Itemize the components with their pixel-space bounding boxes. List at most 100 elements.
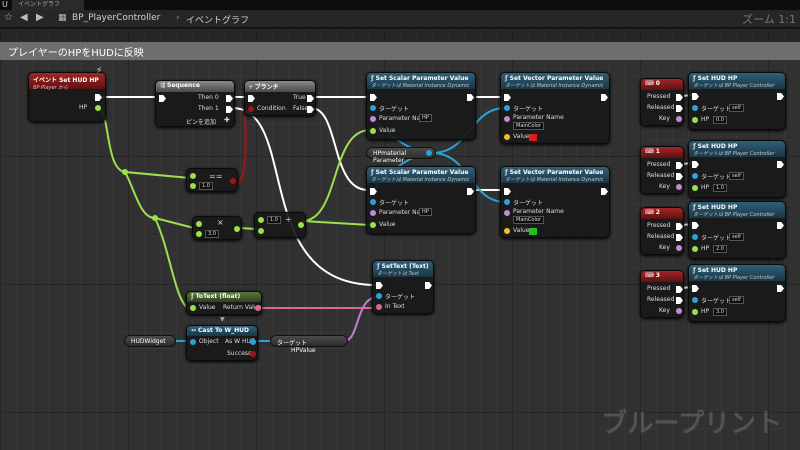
totext-expand-icon[interactable]: ▼: [220, 316, 225, 323]
multiply-out-pin[interactable]: [234, 226, 240, 232]
then1-pin[interactable]: [226, 106, 233, 113]
key-event-0-node[interactable]: ⌨ 0 Pressed Released Key: [640, 78, 684, 126]
set-hud-hp-exec-in-pin[interactable]: [692, 93, 699, 100]
then0-pin[interactable]: [226, 95, 233, 102]
divide-in-a-pin[interactable]: [258, 217, 264, 223]
scalar1-exec-out-pin[interactable]: [467, 94, 474, 101]
pressed-pin[interactable]: [676, 223, 683, 230]
scalar1-value-pin[interactable]: [370, 128, 376, 134]
pressed-pin[interactable]: [676, 286, 683, 293]
set-hud-hp-self-field[interactable]: self: [729, 296, 744, 304]
scalar2-exec-out-pin[interactable]: [467, 188, 474, 195]
set-hud-hp-target-pin[interactable]: [692, 297, 698, 303]
set-hud-hp-exec-out-pin[interactable]: [777, 222, 784, 229]
branch-node[interactable]: ⑂ ブランチ Condition True False: [244, 80, 316, 116]
set-hud-hp-hp-pin[interactable]: [692, 117, 698, 123]
cast-as-pin[interactable]: [250, 339, 256, 345]
true-pin[interactable]: [307, 95, 314, 102]
settext-target-pin[interactable]: [376, 293, 382, 299]
multiply-in-a-pin[interactable]: [196, 221, 202, 227]
vector2-param-name-pin[interactable]: [504, 210, 510, 216]
compare-node[interactable]: == 1.0: [186, 168, 238, 192]
branch-exec-in-pin[interactable]: [248, 95, 255, 102]
set-hud-hp-call-1-node[interactable]: ƒ Set HUD HP ターゲットは BP Player Controller …: [688, 140, 786, 198]
divide-value-field[interactable]: 1.0: [267, 216, 281, 224]
divide-out-pin[interactable]: [298, 222, 304, 228]
to-text-float-node[interactable]: ƒ ToText (float) Value Return Value: [186, 291, 262, 315]
vector1-value-pin[interactable]: [504, 134, 510, 140]
set-hud-hp-target-pin[interactable]: [692, 234, 698, 240]
scalar2-param-name-field[interactable]: HP: [419, 208, 432, 216]
vector1-color-swatch[interactable]: [529, 134, 537, 141]
key-event-3-node[interactable]: ⌨ 3 Pressed Released Key: [640, 270, 684, 318]
settext-exec-in-pin[interactable]: [376, 282, 383, 289]
key-out-pin[interactable]: [676, 308, 682, 314]
sequence-node[interactable]: ⇶ Sequence Then 0 Then 1 ピンを追加 ✚: [155, 80, 235, 127]
vector2-value-pin[interactable]: [504, 228, 510, 234]
vector2-exec-in-pin[interactable]: [504, 188, 511, 195]
set-hud-hp-exec-out-pin[interactable]: [777, 161, 784, 168]
multiply-value-field[interactable]: 3.0: [205, 230, 219, 238]
set-hud-hp-exec-in-pin[interactable]: [692, 161, 699, 168]
hp-material-out-pin[interactable]: [426, 150, 432, 156]
set-vector-param-node-1[interactable]: ƒ Set Vector Parameter Value ターゲットは Mater…: [500, 72, 610, 144]
set-hud-hp-self-field[interactable]: self: [729, 172, 744, 180]
released-pin[interactable]: [676, 105, 683, 112]
add-pin-icon[interactable]: ✚: [224, 116, 230, 124]
compare-in-b-pin[interactable]: [190, 183, 196, 189]
condition-pin[interactable]: [248, 106, 254, 112]
set-hud-hp-self-field[interactable]: self: [729, 233, 744, 241]
compare-out-pin[interactable]: [230, 178, 236, 184]
vector1-param-name-field[interactable]: MainColor: [513, 122, 544, 130]
set-hud-hp-value-field[interactable]: 2.0: [713, 245, 727, 253]
set-text-node[interactable]: ƒ SetText (Text) ターゲットは Text ターゲット In Tex…: [372, 260, 434, 314]
settext-in-text-pin[interactable]: [376, 304, 382, 310]
set-hud-hp-value-field[interactable]: 0.0: [713, 116, 727, 124]
cast-success-pin[interactable]: [250, 351, 256, 357]
compare-in-a-pin[interactable]: [190, 173, 196, 179]
set-vector-param-node-2[interactable]: ƒ Set Vector Parameter Value ターゲットは Mater…: [500, 166, 610, 238]
released-pin[interactable]: [676, 234, 683, 241]
vector2-color-swatch[interactable]: [529, 228, 537, 235]
scalar2-exec-in-pin[interactable]: [370, 188, 377, 195]
pressed-pin[interactable]: [676, 162, 683, 169]
set-hud-hp-exec-out-pin[interactable]: [777, 93, 784, 100]
scalar1-param-name-field[interactable]: HP: [419, 114, 432, 122]
set-hud-hp-hp-pin[interactable]: [692, 309, 698, 315]
add-pin-button[interactable]: ピンを追加: [186, 117, 216, 126]
set-scalar-param-node-1[interactable]: ƒ Set Scalar Parameter Value ターゲットは Mater…: [366, 72, 476, 140]
set-hud-hp-exec-out-pin[interactable]: [777, 285, 784, 292]
set-hud-hp-hp-pin[interactable]: [692, 246, 698, 252]
vector1-exec-in-pin[interactable]: [504, 94, 511, 101]
set-hud-hp-self-field[interactable]: self: [729, 104, 744, 112]
key-event-2-node[interactable]: ⌨ 2 Pressed Released Key: [640, 207, 684, 255]
compare-value-field[interactable]: 1.0: [199, 182, 213, 190]
released-pin[interactable]: [676, 173, 683, 180]
vector2-exec-out-pin[interactable]: [601, 188, 608, 195]
vector1-exec-out-pin[interactable]: [601, 94, 608, 101]
multiply-node[interactable]: × 3.0: [192, 216, 242, 240]
settext-exec-out-pin[interactable]: [425, 282, 432, 289]
vector1-target-pin[interactable]: [504, 105, 510, 111]
scalar1-exec-in-pin[interactable]: [370, 94, 377, 101]
set-hud-hp-value-field[interactable]: 3.0: [713, 308, 727, 316]
set-scalar-param-node-2[interactable]: ƒ Set Scalar Parameter Value ターゲットは Mater…: [366, 166, 476, 234]
set-hud-hp-hp-pin[interactable]: [692, 185, 698, 191]
divide-in-b-pin[interactable]: [258, 228, 264, 234]
set-hud-hp-value-field[interactable]: 1.0: [713, 184, 727, 192]
set-hud-hp-exec-in-pin[interactable]: [692, 285, 699, 292]
vector1-param-name-pin[interactable]: [504, 116, 510, 122]
key-out-pin[interactable]: [676, 116, 682, 122]
scalar2-target-pin[interactable]: [370, 199, 376, 205]
scalar1-param-name-pin[interactable]: [370, 116, 376, 122]
cast-object-pin[interactable]: [190, 339, 196, 345]
scalar2-param-name-pin[interactable]: [370, 210, 376, 216]
set-hud-hp-target-pin[interactable]: [692, 105, 698, 111]
set-hud-hp-exec-in-pin[interactable]: [692, 222, 699, 229]
scalar2-value-pin[interactable]: [370, 222, 376, 228]
released-pin[interactable]: [676, 297, 683, 304]
set-hud-hp-call-2-node[interactable]: ƒ Set HUD HP ターゲットは BP Player Controller …: [688, 201, 786, 259]
event-set-hud-hp-node[interactable]: イベント Set HUD HP BP Player から HP: [28, 72, 106, 122]
set-hud-hp-call-3-node[interactable]: ƒ Set HUD HP ターゲットは BP Player Controller …: [688, 264, 786, 322]
divide-node[interactable]: 1.0 ÷: [254, 212, 306, 238]
